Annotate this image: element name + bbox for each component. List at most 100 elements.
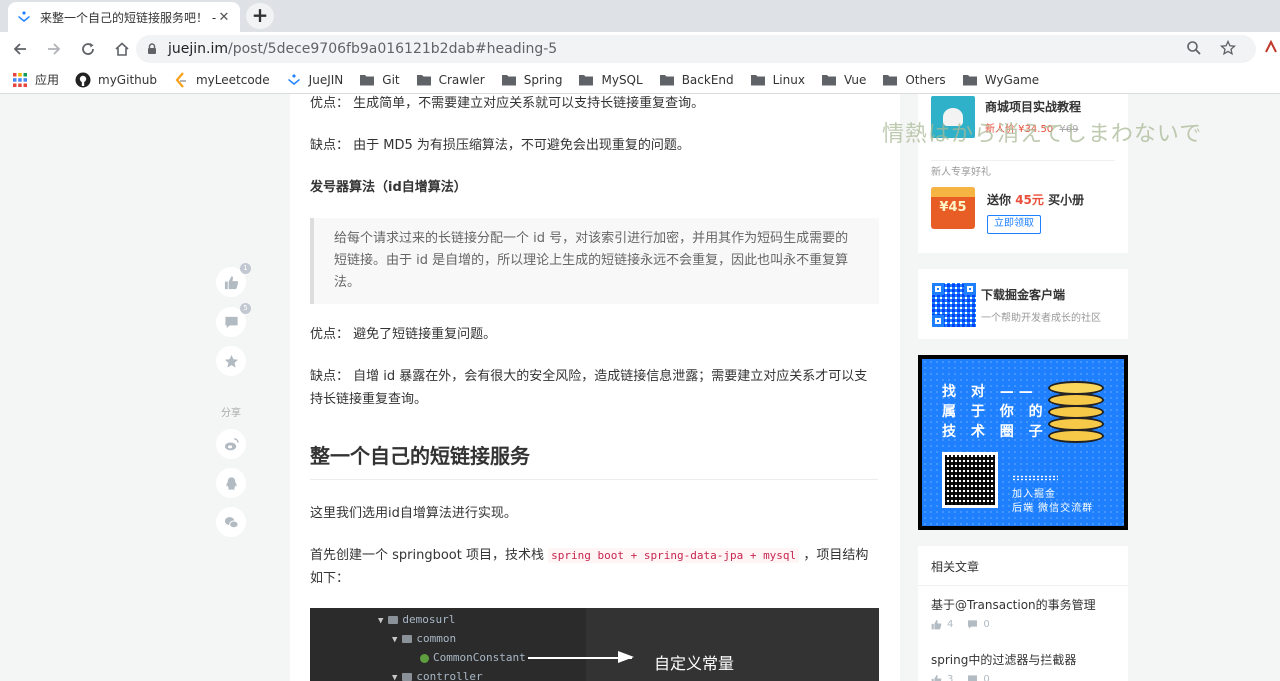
browser-tab[interactable]: 来整一个自己的短链接服务吧！ - 掘 ✕ <box>8 2 240 32</box>
promo-line: 找 对 —— <box>942 384 1038 400</box>
bookmark-item[interactable]: Spring <box>501 72 563 88</box>
bookmark-item[interactable]: Git <box>359 72 400 88</box>
folder-icon <box>359 72 375 88</box>
new-tab-button[interactable]: + <box>246 3 274 29</box>
folder-icon <box>821 72 837 88</box>
folder-icon <box>659 72 675 88</box>
comment-count-badge: 5 <box>240 303 251 314</box>
coin-stack-icon <box>1048 429 1104 443</box>
folder-icon <box>750 72 766 88</box>
annotation-arrow-head <box>618 651 634 663</box>
bookmark-item[interactable]: myLeetcode <box>173 71 270 88</box>
url-path: /post/5dece9706fb9a016121b2dab#heading-5 <box>228 41 558 57</box>
tree-item-label: controller <box>416 670 483 681</box>
promo-group: 后端 微信交流群 <box>1012 503 1094 514</box>
reload-button[interactable] <box>72 33 104 65</box>
thumbs-up-icon <box>931 620 942 630</box>
weibo-icon <box>224 437 239 450</box>
bookmark-label: MySQL <box>601 72 643 87</box>
bookmark-item[interactable]: myGithub <box>75 72 157 88</box>
folder-icon <box>501 72 517 88</box>
promo-join: 加入掘金 <box>1012 489 1056 500</box>
comment-icon <box>224 316 238 328</box>
arrow-left-icon <box>13 43 26 55</box>
apps-icon <box>12 72 28 88</box>
related-article-link[interactable]: spring中的过滤器与拦截器 <box>931 651 1076 668</box>
bookmark-item[interactable]: WyGame <box>962 72 1039 88</box>
gift-text-prefix: 送你 <box>987 193 1012 207</box>
bookmark-label: Spring <box>523 72 563 87</box>
claim-button[interactable]: 立即领取 <box>987 215 1041 234</box>
related-comments: 0 <box>983 674 990 681</box>
id-algorithm-heading-text: 发号器算法（id自增算法） <box>310 180 467 195</box>
tree-item: ▼ controller <box>392 670 483 681</box>
watermark-text: 情熱はから消えてしまわないで <box>882 122 1203 147</box>
related-articles-card: 相关文章 基于@Transaction的事务管理 4 0 spring中的过滤器… <box>918 546 1128 681</box>
home-button[interactable] <box>106 33 138 65</box>
related-article-meta: 3 0 <box>931 674 990 681</box>
bookmark-item[interactable]: Others <box>882 72 946 88</box>
promo-line: 技 术 圈 子 <box>942 424 1048 440</box>
tab-title: 来整一个自己的短链接服务吧！ - 掘 <box>40 10 216 25</box>
tree-item-label: common <box>416 632 457 645</box>
bookmark-item[interactable]: Crawler <box>416 72 485 88</box>
bookmark-label: Linux <box>772 72 805 87</box>
star-icon[interactable] <box>1220 40 1236 56</box>
quote-block: 给每个请求过来的长链接分配一个 id 号，对该索引进行加密，并用其作为短码生成需… <box>310 218 879 304</box>
bookmark-item[interactable]: Linux <box>750 72 805 88</box>
bookmark-label: Git <box>382 72 400 87</box>
bookmark-item[interactable]: 应用 <box>12 71 59 88</box>
star-icon <box>224 354 238 368</box>
address-bar[interactable]: juejin.im/post/5dece9706fb9a016121b2dab#… <box>136 35 1256 63</box>
wechat-icon <box>224 516 239 528</box>
app-download-card[interactable]: 下载掘金客户端 一个帮助开发者成长的社区 <box>918 269 1128 339</box>
related-likes: 3 <box>947 674 954 681</box>
tree-item: ▼ common <box>392 632 457 645</box>
tree-item-label: demosurl <box>402 613 456 626</box>
bookmark-item[interactable]: JueJIN <box>286 72 343 88</box>
bookmark-label: myGithub <box>98 72 157 87</box>
related-article-meta: 4 0 <box>931 619 990 630</box>
home-icon <box>115 42 129 56</box>
promo-banner[interactable]: 找 对 —— 属 于 你 的 技 术 圈 子 加入掘金 后端 微信交流群 <box>918 355 1128 530</box>
bookmark-item[interactable]: MySQL <box>578 72 643 88</box>
share-weibo-button[interactable] <box>216 429 246 459</box>
forward-button[interactable] <box>38 33 70 65</box>
comment-button[interactable]: 5 <box>216 303 251 337</box>
bookmark-item[interactable]: BackEnd <box>659 72 734 88</box>
project-structure-image: ▼ demosurl ▼ common CommonConstant ▼ contro… <box>310 608 879 681</box>
juejin-icon <box>286 72 302 88</box>
share-wechat-button[interactable] <box>216 507 246 537</box>
lock-icon <box>148 43 156 54</box>
article-body: 优点： 生成简单，不需要建立对应关系就可以支持长链接重复查询。 缺点： 由于 M… <box>290 94 900 681</box>
tree-item: ▼ demosurl <box>378 613 456 626</box>
bookmark-label: Vue <box>843 72 867 87</box>
bookmark-label: Crawler <box>438 72 485 87</box>
bookmark-label: BackEnd <box>681 72 734 87</box>
close-tab-icon[interactable]: ✕ <box>216 10 232 25</box>
id-algorithm-heading: 发号器算法（id自增算法） <box>310 176 878 199</box>
related-likes: 4 <box>947 619 954 630</box>
arrow-right-icon <box>48 43 61 55</box>
like-button[interactable]: 1 <box>216 263 251 297</box>
share-qq-button[interactable] <box>216 468 246 498</box>
related-article-link[interactable]: 基于@Transaction的事务管理 <box>931 596 1096 613</box>
qq-icon <box>225 476 237 490</box>
like-count-badge: 1 <box>240 263 251 274</box>
bookmark-item[interactable]: Vue <box>821 72 866 88</box>
course-title[interactable]: 商城项目实战教程 <box>985 98 1081 115</box>
bookmarks-bar: 应用 myGithub myLeetcode JueJIN Git Crawler Spri… <box>0 66 1280 94</box>
gift-amount: 45元 <box>1015 193 1044 207</box>
md5-pro: 优点： 生成简单，不需要建立对应关系就可以支持长链接重复查询。 <box>310 96 705 111</box>
collect-button[interactable] <box>216 346 246 376</box>
search-icon[interactable] <box>1186 40 1202 56</box>
coupon-icon: ¥45 <box>931 187 975 229</box>
leetcode-icon <box>173 71 189 88</box>
id-con: 缺点： 自增 id 暴露在外，会有很大的安全风险，造成链接信息泄露；需要建立对应… <box>310 369 868 407</box>
reload-icon <box>82 43 94 55</box>
back-button[interactable] <box>4 33 36 65</box>
tab-bar: 来整一个自己的短链接服务吧！ - 掘 ✕ + <box>0 0 1280 32</box>
folder-icon <box>882 72 898 88</box>
extension-icon[interactable] <box>1264 40 1278 54</box>
id-pro: 优点： 避免了短链接重复问题。 <box>310 327 497 342</box>
